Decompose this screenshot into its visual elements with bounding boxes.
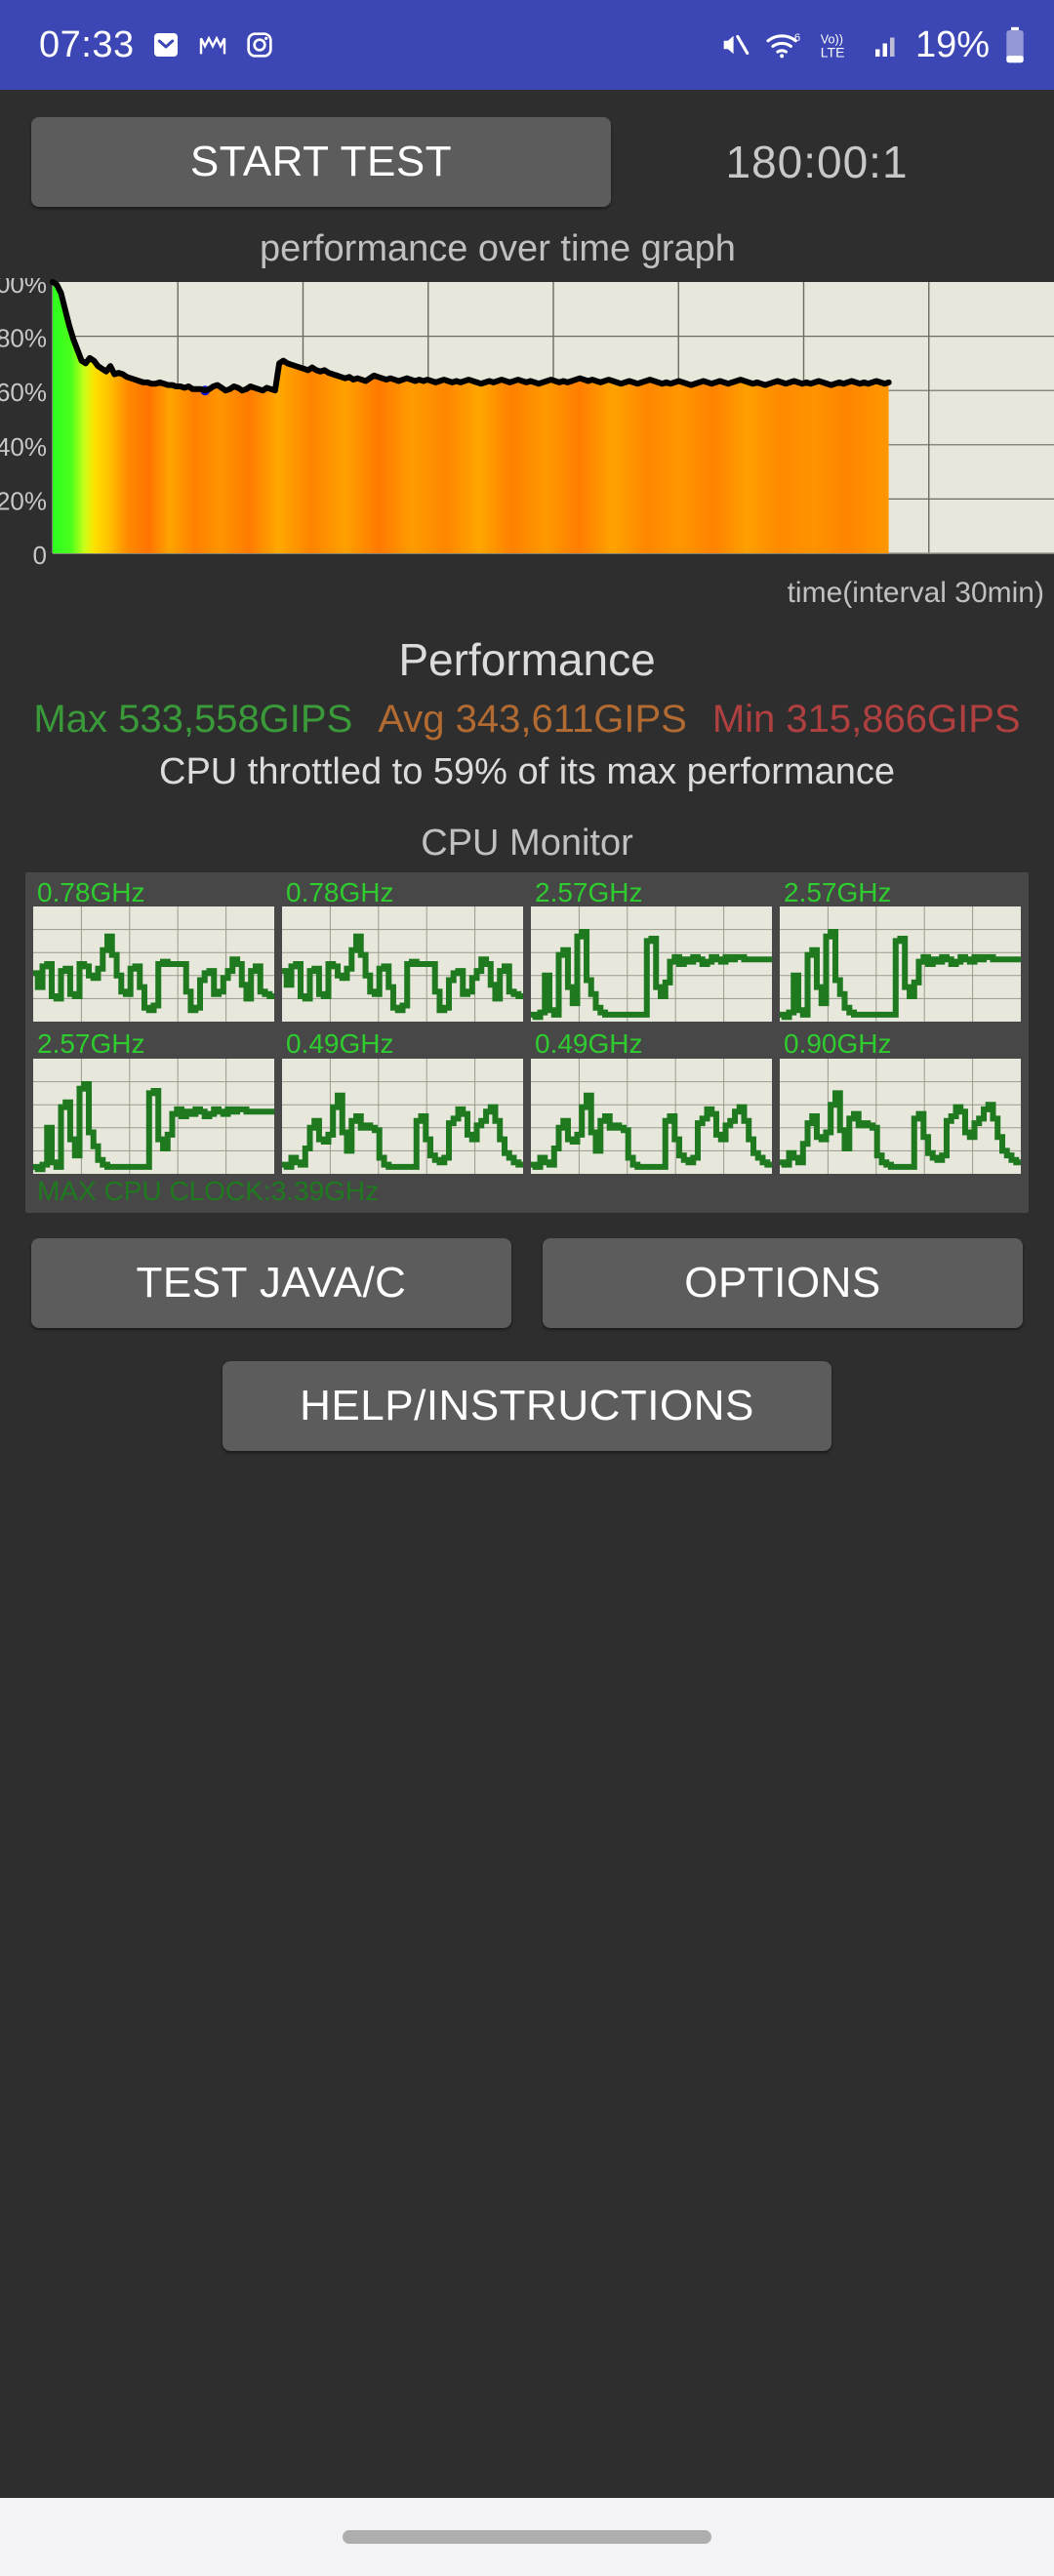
svg-text:6: 6 <box>794 32 800 44</box>
start-test-button[interactable]: START TEST <box>31 117 611 207</box>
cpu-core-1-chart <box>282 906 523 1023</box>
app-icon <box>197 29 228 60</box>
cpu-core-1: 0.78GHz <box>282 877 523 1023</box>
performance-graph-title: performance over time graph <box>260 228 736 269</box>
cpu-core-0-chart <box>33 906 274 1023</box>
volte-icon: Vo)) LTE <box>818 28 859 61</box>
cpu-core-4-chart <box>33 1058 274 1174</box>
cpu-core-0: 0.78GHz <box>33 877 274 1023</box>
cpu-core-3: 2.57GHz <box>780 877 1021 1023</box>
cpu-core-4: 2.57GHz <box>33 1028 274 1174</box>
cpu-core-6: 0.49GHz <box>531 1028 772 1174</box>
performance-heading: Performance <box>398 634 656 685</box>
status-bar-left: 07:33 <box>39 24 275 66</box>
performance-stats: Max 533,558GIPS Avg 343,611GIPS Min 315,… <box>0 698 1054 742</box>
cpu-core-6-chart <box>531 1058 772 1174</box>
battery-icon <box>1003 26 1027 63</box>
cpu-core-7-chart <box>780 1058 1021 1174</box>
performance-graph[interactable]: 100% 80% 60% 40% 20% 0 <box>0 278 1054 571</box>
performance-min: Min 315,866GIPS <box>712 698 1021 742</box>
gesture-pill[interactable] <box>343 2530 711 2544</box>
cpu-core-5-chart <box>282 1058 523 1174</box>
performance-graph-svg: 100% 80% 60% 40% 20% 0 <box>0 278 1054 570</box>
mute-icon <box>718 28 751 61</box>
cpu-core-grid: 0.78GHz 0.78GHz 2.57GHz 2.57GHz 2.57GHz 0.49G… <box>33 878 1021 1174</box>
cpu-core-7: 0.90GHz <box>780 1028 1021 1174</box>
status-bar-clock: 07:33 <box>39 23 135 65</box>
svg-text:0: 0 <box>33 541 47 570</box>
svg-text:20%: 20% <box>0 486 47 515</box>
cpu-core-2: 2.57GHz <box>531 877 772 1023</box>
test-timer: 180:00:1 <box>725 137 909 187</box>
performance-max: Max 533,558GIPS <box>33 698 352 742</box>
cpu-core-5-frequency: 0.49GHz <box>286 1028 394 1060</box>
status-bar-right: 6 Vo)) LTE 19% <box>718 24 1027 66</box>
performance-max-label: Max <box>33 698 107 741</box>
secondary-button-row: TEST JAVA/C OPTIONS <box>0 1237 1054 1328</box>
test-java-c-button[interactable]: TEST JAVA/C <box>31 1237 511 1328</box>
battery-percent-label: 19% <box>914 23 990 65</box>
help-instructions-button[interactable]: HELP/INSTRUCTIONS <box>223 1360 831 1451</box>
performance-max-value: 533,558GIPS <box>118 698 353 741</box>
cpu-monitor-heading: CPU Monitor <box>421 823 633 864</box>
cpu-core-7-frequency: 0.90GHz <box>784 1028 892 1060</box>
cpu-core-2-frequency: 2.57GHz <box>535 877 643 907</box>
svg-text:100%: 100% <box>0 278 47 299</box>
help-button-row: HELP/INSTRUCTIONS <box>0 1360 1054 1451</box>
wifi-icon: 6 <box>765 28 804 61</box>
app-root: 07:33 6 Vo)) LTE 19% START TEST 180:00:1… <box>0 0 1054 2576</box>
cpu-core-5: 0.49GHz <box>282 1028 523 1174</box>
svg-text:60%: 60% <box>0 378 47 407</box>
cpu-max-clock-label: MAX CPU CLOCK:3.39GHz <box>37 1175 380 1206</box>
gmail-icon <box>150 29 182 60</box>
performance-graph-xlabel: time(interval 30min) <box>787 577 1044 609</box>
options-button[interactable]: OPTIONS <box>543 1237 1023 1328</box>
throttle-note: CPU throttled to 59% of its max performa… <box>159 751 895 792</box>
svg-text:40%: 40% <box>0 432 47 462</box>
performance-min-label: Min <box>711 698 776 741</box>
cpu-monitor-panel: 0.78GHz 0.78GHz 2.57GHz 2.57GHz 2.57GHz 0.49G… <box>25 872 1029 1213</box>
performance-avg-label: Avg <box>378 698 445 741</box>
performance-avg: Avg 343,611GIPS <box>378 698 687 742</box>
cpu-core-3-frequency: 2.57GHz <box>784 877 892 907</box>
cpu-core-0-frequency: 0.78GHz <box>37 877 145 907</box>
cpu-core-6-frequency: 0.49GHz <box>535 1028 643 1060</box>
performance-min-value: 315,866GIPS <box>786 698 1021 741</box>
status-bar: 07:33 6 Vo)) LTE 19% <box>0 0 1054 90</box>
cpu-core-3-chart <box>780 906 1021 1023</box>
svg-text:80%: 80% <box>0 324 47 353</box>
cpu-core-1-frequency: 0.78GHz <box>286 877 394 907</box>
cpu-core-4-frequency: 2.57GHz <box>37 1028 145 1060</box>
signal-icon <box>872 30 902 60</box>
system-nav-bar <box>0 2498 1054 2576</box>
start-row: START TEST 180:00:1 <box>0 90 1054 207</box>
svg-text:LTE: LTE <box>821 45 845 60</box>
performance-avg-value: 343,611GIPS <box>455 698 687 741</box>
instagram-icon <box>244 29 275 60</box>
cpu-core-2-chart <box>531 906 772 1023</box>
